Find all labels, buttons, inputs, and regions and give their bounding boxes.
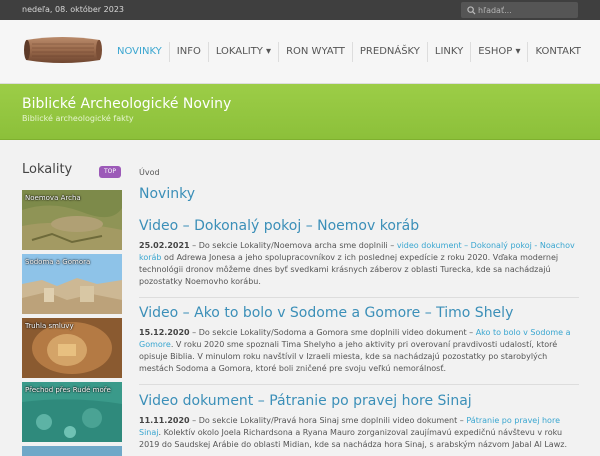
post-excerpt: 25.02.2021 – Do sekcie Lokality/Noemova …	[139, 240, 579, 288]
sidebar-item-truhla-smluvy[interactable]: Truhla smluvy	[22, 318, 122, 378]
post-text-post: . Kolektív okolo Joela Richardsona a Rya…	[139, 428, 567, 449]
post-title[interactable]: Video – Dokonalý pokoj – Noemov koráb	[139, 218, 579, 234]
header: NOVINKY INFO LOKALITY ▾ RON WYATT PREDNÁ…	[0, 20, 600, 84]
sidebar-item-label: Truhla smluvy	[25, 322, 74, 330]
post-date: 11.11.2020	[139, 416, 190, 425]
post-text-pre: – Do sekcie Lokality/Sodoma a Gomora sme…	[189, 328, 476, 337]
top-bar: nedeľa, 08. október 2023	[0, 0, 600, 20]
post-item: Video – Dokonalý pokoj – Noemov koráb 25…	[139, 218, 579, 288]
sidebar-item-prechod-cez-rude-more[interactable]: Přechod přes Rudé moře	[22, 382, 122, 442]
post-excerpt: 15.12.2020 – Do sekcie Lokality/Sodoma a…	[139, 327, 579, 375]
breadcrumb[interactable]: Úvod	[139, 168, 160, 177]
sidebar-item-label: Přechod přes Rudé moře	[25, 386, 111, 394]
post-text-post: . V roku 2020 sme spoznali Tima Shelyho …	[139, 340, 558, 373]
top-badge: TOP	[99, 166, 121, 178]
post-date: 15.12.2020	[139, 328, 190, 337]
post-title[interactable]: Video – Ako to bolo v Sodome a Gomore – …	[139, 305, 579, 321]
nav-ron-wyatt[interactable]: RON WYATT	[278, 42, 352, 62]
nav-linky[interactable]: LINKY	[426, 42, 470, 62]
nav-kontakt[interactable]: KONTAKT	[527, 42, 587, 62]
sidebar-item-noemova-archa[interactable]: Noemova Archa	[22, 190, 122, 250]
divider	[139, 297, 579, 298]
sidebar-item-partial[interactable]	[22, 446, 122, 456]
sidebar: Lokality TOP Noemova Archa Sodoma a Gomo…	[22, 162, 122, 456]
post-text-pre: – Do sekcie Lokality/Noemova archa sme d…	[189, 241, 397, 250]
post-date: 25.02.2021	[139, 241, 190, 250]
search-icon[interactable]	[464, 3, 478, 17]
divider	[139, 384, 579, 385]
page-title: Novinky	[139, 186, 195, 202]
nav-eshop[interactable]: ESHOP ▾	[470, 42, 527, 62]
sidebar-item-label: Sodoma a Gomora	[25, 258, 91, 266]
post-text-pre: – Do sekcie Lokality/Pravá hora Sinaj sm…	[189, 416, 467, 425]
sidebar-item-label: Noemova Archa	[25, 194, 81, 202]
post-excerpt: 11.11.2020 – Do sekcie Lokality/Pravá ho…	[139, 415, 579, 451]
post-item: Video – Ako to bolo v Sodome a Gomore – …	[139, 305, 579, 375]
site-logo[interactable]	[22, 32, 104, 68]
current-date: nedeľa, 08. október 2023	[22, 5, 124, 14]
nav-info[interactable]: INFO	[168, 42, 208, 62]
sidebar-item-sodoma-a-gomora[interactable]: Sodoma a Gomora	[22, 254, 122, 314]
site-subtitle: Biblické archeologické fakty	[22, 114, 134, 123]
nav-lokality[interactable]: LOKALITY ▾	[207, 42, 278, 62]
search-box[interactable]	[461, 2, 578, 18]
site-title[interactable]: Biblické Archeologické Noviny	[22, 96, 231, 112]
search-input[interactable]	[478, 5, 573, 15]
nav-prednasky[interactable]: PREDNÁŠKY	[351, 42, 427, 62]
main-nav: NOVINKY INFO LOKALITY ▾ RON WYATT PREDNÁ…	[110, 20, 588, 84]
post-title[interactable]: Video dokument – Pátranie po pravej hore…	[139, 393, 579, 409]
post-item: Video dokument – Pátranie po pravej hore…	[139, 393, 579, 451]
nav-novinky[interactable]: NOVINKY	[110, 42, 169, 62]
post-text-post: od Adrewa Jonesa a jeho spolupracovníkov…	[139, 253, 559, 286]
site-banner: Biblické Archeologické Noviny Biblické a…	[0, 84, 600, 140]
